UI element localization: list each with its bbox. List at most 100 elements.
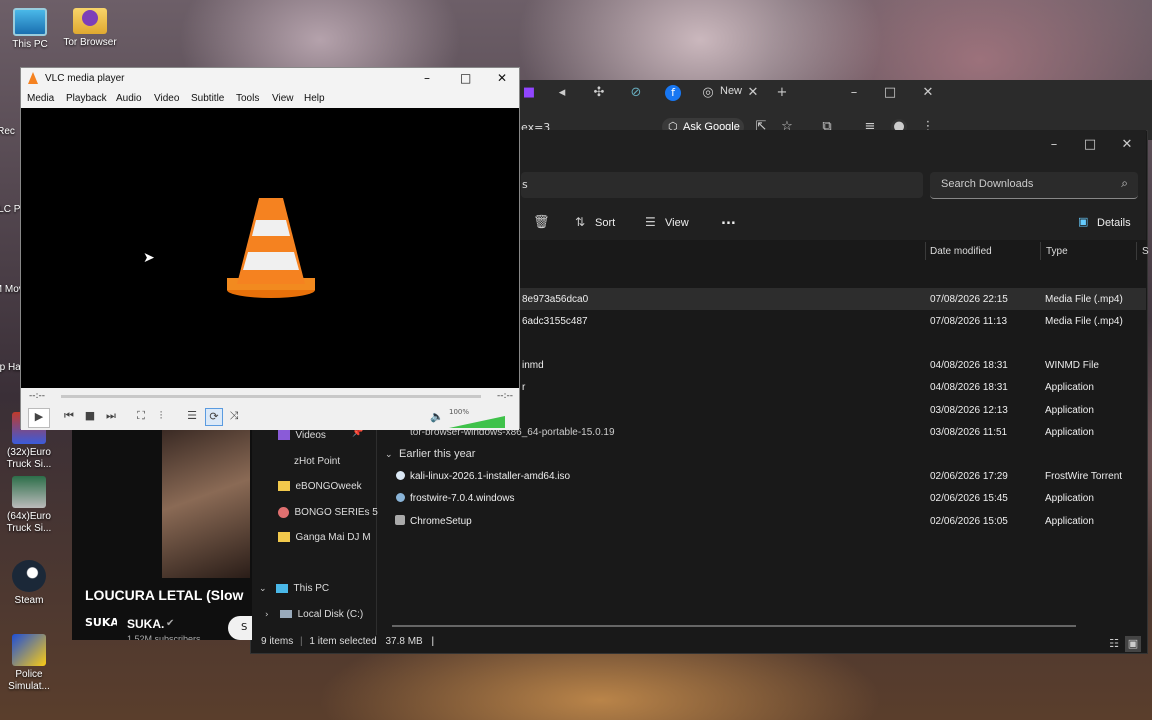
extension-icon[interactable]: ✣ [591, 85, 607, 101]
desktop-icon-label: Steam [14, 595, 44, 606]
desktop-icon-this-pc[interactable]: This PC [0, 8, 62, 51]
vlc-video-area[interactable]: ➤ [21, 108, 519, 388]
column-type[interactable]: Type [1046, 246, 1068, 257]
menu-tools[interactable]: Tools [236, 93, 259, 104]
group-label: Earlier this year [399, 448, 476, 460]
stop-icon[interactable]: ■ [82, 408, 98, 424]
maximize-icon[interactable]: □ [1082, 137, 1098, 153]
search-tab-icon[interactable]: ⊘ [628, 85, 644, 101]
chevron-down-icon: ⌄ [259, 584, 267, 594]
police-icon [12, 634, 46, 666]
twitch-icon[interactable]: ■ [521, 85, 537, 101]
extended-settings-icon[interactable]: ⫶ [153, 408, 169, 424]
more-options-button[interactable]: ... [721, 213, 736, 228]
facebook-icon[interactable]: f [665, 85, 681, 101]
desktop-icon-euro-truck-64[interactable]: (64x)Euro Truck Si... [0, 476, 61, 535]
menu-help[interactable]: Help [304, 93, 325, 104]
column-size[interactable]: S [1142, 246, 1149, 257]
desktop-icon-label: This PC [12, 39, 48, 50]
play-icon[interactable]: ▶ [28, 408, 50, 428]
menu-subtitle[interactable]: Subtitle [191, 93, 224, 104]
close-icon[interactable]: ✕ [497, 71, 507, 85]
menu-audio[interactable]: Audio [116, 93, 142, 104]
vlc-title-text: VLC media player [45, 73, 125, 84]
partial-label: VLC P [0, 204, 21, 215]
nav-item-ganga-mai[interactable]: Ganga Mai DJ M [278, 530, 371, 543]
menu-media[interactable]: Media [27, 93, 54, 104]
address-bar[interactable]: s [521, 172, 923, 198]
previous-icon[interactable]: ⏮ [61, 408, 77, 424]
column-date[interactable]: Date modified [930, 246, 992, 257]
tab-new[interactable]: New [720, 85, 742, 101]
search-box[interactable]: Search Downloads ⌕ [930, 172, 1138, 199]
file-type: Application [1045, 382, 1094, 393]
file-name: 8e973a56dca0 [522, 294, 589, 305]
nav-item-this-pc[interactable]: ⌄ This PC [259, 581, 329, 594]
subscriber-count: 1.52M subscribers [127, 634, 201, 640]
group-header[interactable]: ⌄ Earlier this year [385, 447, 475, 460]
menu-video[interactable]: Video [154, 93, 179, 104]
menu-view[interactable]: View [272, 93, 294, 104]
channel-avatar[interactable]: SUKA [85, 616, 117, 640]
video-thumbnail[interactable] [162, 430, 250, 578]
column-divider [925, 242, 926, 260]
vlc-titlebar[interactable]: VLC media player – □ ✕ [21, 68, 519, 90]
desktop-icon-steam[interactable]: Steam [0, 560, 61, 607]
view-button[interactable]: ☰ View [645, 215, 700, 231]
file-date: 02/06/2026 15:45 [930, 493, 1008, 504]
desktop-icon-label: Police Simulat... [8, 669, 50, 692]
subscribe-button[interactable]: S [228, 616, 252, 640]
file-type: Application [1045, 516, 1094, 527]
nav-label: Videos [295, 430, 326, 441]
chrome-tab-icon[interactable]: ◎ [700, 85, 716, 101]
truck-icon [12, 476, 46, 508]
shuffle-icon[interactable]: ⤨ [226, 408, 242, 424]
file-date: 04/08/2026 18:31 [930, 360, 1008, 371]
maximize-icon[interactable]: □ [882, 85, 898, 101]
volume-slider[interactable] [449, 416, 505, 428]
fullscreen-icon[interactable]: ⛶ [133, 408, 149, 424]
minimize-icon[interactable]: – [1046, 137, 1062, 153]
close-tab-icon[interactable]: ✕ [745, 85, 761, 101]
details-button[interactable]: ▣ Details [1078, 215, 1138, 231]
vlc-logo-icon [227, 198, 315, 298]
nav-item-bongo-series[interactable]: BONGO SERIEs 5 [278, 505, 378, 518]
nav-pane-divider [376, 430, 377, 635]
desktop-icon-tor-browser[interactable]: Tor Browser [58, 8, 122, 49]
desktop-icon-police-sim[interactable]: Police Simulat... [0, 634, 61, 693]
next-icon[interactable]: ⏭ [103, 408, 119, 424]
new-tab-icon[interactable]: + [774, 85, 790, 101]
nav-item-ebongoweek[interactable]: eBONGOweek [278, 479, 362, 492]
channel-name[interactable]: SUKA. [127, 617, 164, 631]
column-divider [1040, 242, 1041, 260]
frostwire-icon [396, 493, 405, 502]
sort-button[interactable]: ⇅ Sort [575, 215, 625, 231]
close-icon[interactable]: ✕ [1119, 137, 1135, 153]
close-icon[interactable]: ✕ [920, 85, 936, 101]
path-fragment: s [522, 178, 528, 191]
tor-folder-icon [73, 8, 107, 34]
nav-item-local-disk[interactable]: › Local Disk (C:) [265, 607, 363, 620]
file-name: r [522, 382, 526, 393]
loop-icon[interactable]: ⟳ [205, 408, 223, 426]
menu-playback[interactable]: Playback [66, 93, 107, 104]
speaker-icon[interactable]: ◂ [554, 85, 570, 101]
maximize-icon[interactable]: □ [460, 71, 471, 85]
delete-icon[interactable]: 🗑 [533, 215, 550, 231]
details-view-icon[interactable]: ☷ [1106, 636, 1122, 652]
seek-bar[interactable] [61, 395, 481, 398]
volume-icon[interactable]: 🔈 [430, 410, 444, 423]
file-type: Media File (.mp4) [1045, 316, 1123, 327]
video-title[interactable]: LOUCURA LETAL (Slow [85, 587, 252, 603]
search-icon: ⌕ [1121, 176, 1128, 190]
playlist-icon[interactable]: ☰ [184, 408, 200, 424]
file-date: 04/08/2026 18:31 [930, 382, 1008, 393]
time-elapsed: --:-- [29, 391, 46, 401]
minimize-icon[interactable]: – [424, 71, 430, 85]
nav-label: zHot Point [294, 456, 341, 467]
nav-item-zhot-point[interactable]: zHot Point [294, 454, 340, 467]
sort-label: Sort [595, 217, 616, 229]
minimize-icon[interactable]: – [846, 85, 862, 101]
horizontal-scrollbar[interactable] [392, 625, 1076, 627]
tiles-view-icon[interactable]: ▣ [1125, 636, 1141, 652]
